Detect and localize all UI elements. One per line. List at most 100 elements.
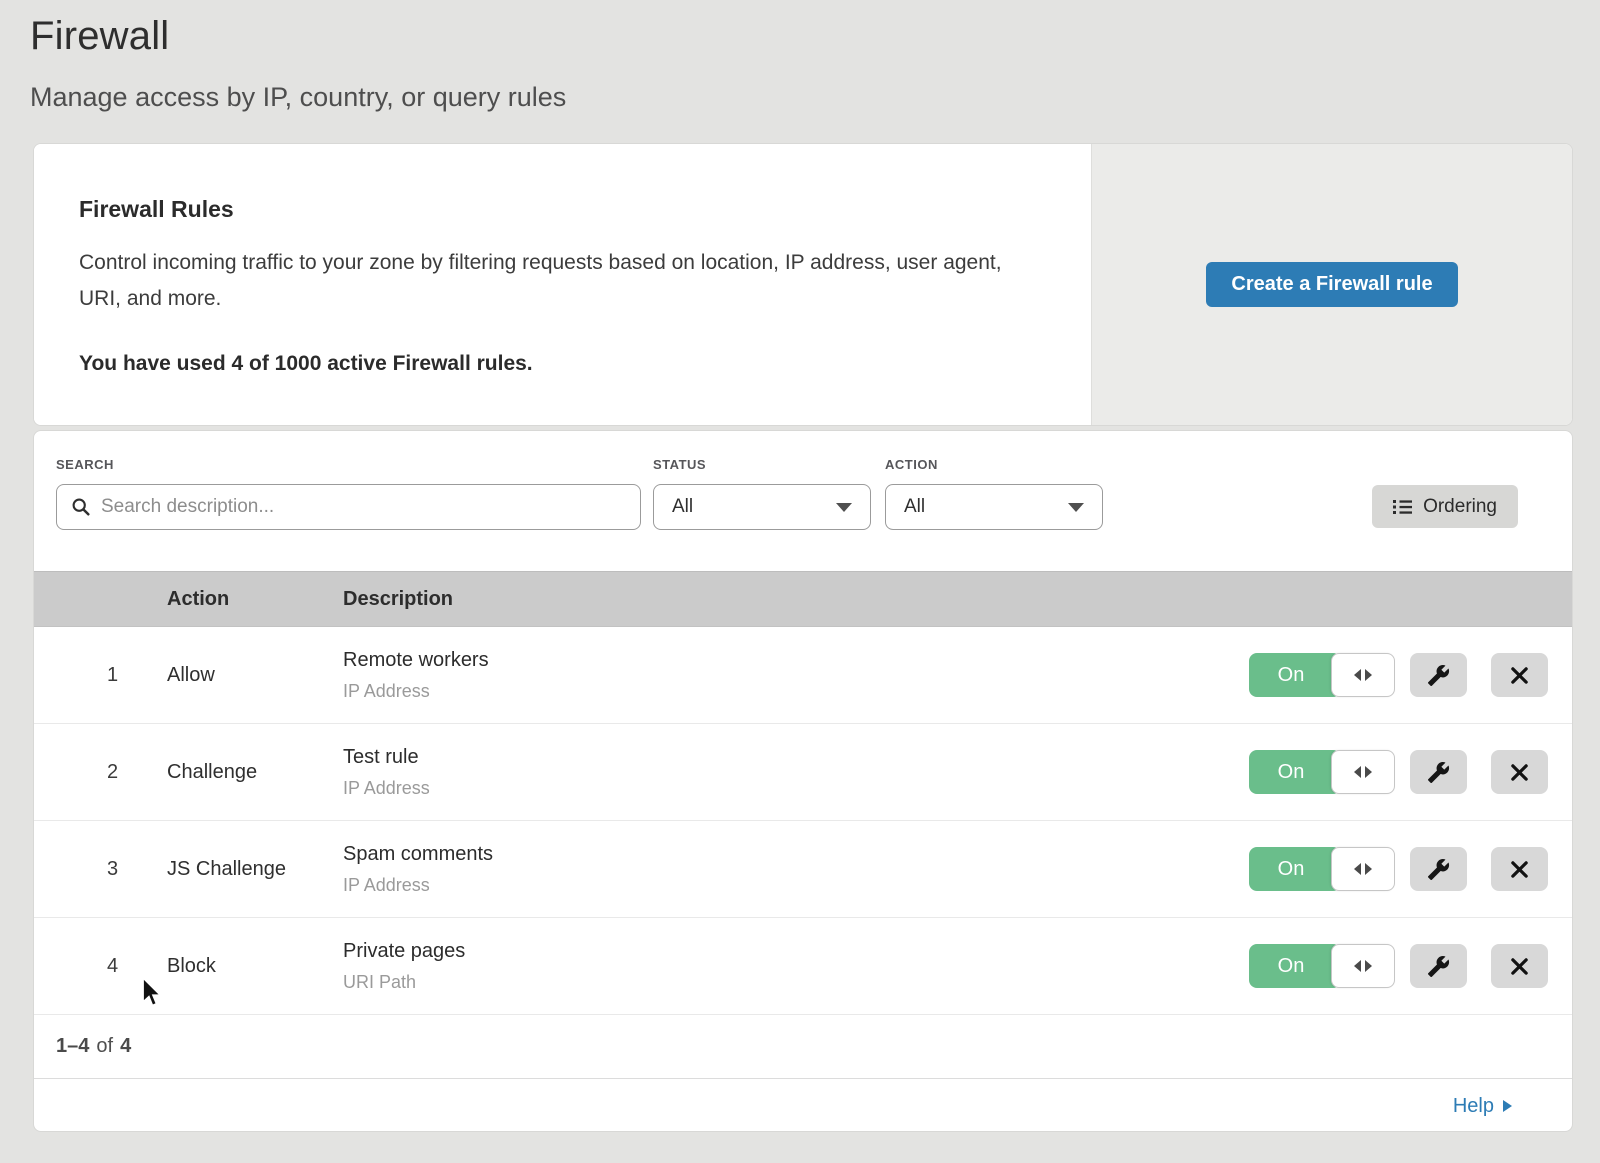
toggle-on-label[interactable]: On <box>1249 750 1341 794</box>
rule-description: Spam comments <box>343 843 1249 866</box>
pagination-total: 4 <box>120 1035 131 1058</box>
wrench-icon <box>1427 664 1450 687</box>
rule-description-cell: Private pages URI Path <box>343 940 1249 993</box>
status-field: STATUS All <box>653 457 871 530</box>
firewall-rules-list-card: SEARCH STATUS All ACTION All <box>33 430 1573 1132</box>
description-column-header: Description <box>343 588 1548 611</box>
delete-rule-button[interactable] <box>1491 750 1548 794</box>
rule-enabled-toggle[interactable]: On <box>1249 750 1395 794</box>
page-title: Firewall <box>30 12 1570 60</box>
rule-match-field: IP Address <box>343 778 1249 799</box>
rule-priority: 2 <box>56 761 167 784</box>
status-label: STATUS <box>653 457 871 472</box>
rules-table-body: 1 Allow Remote workers IP Address On <box>34 627 1572 1015</box>
toggle-on-label[interactable]: On <box>1249 847 1341 891</box>
search-label: SEARCH <box>56 457 641 472</box>
toggle-arrow-left-icon <box>1354 766 1361 778</box>
help-arrow-icon <box>1503 1100 1512 1112</box>
delete-rule-button[interactable] <box>1491 944 1548 988</box>
help-row: Help <box>34 1079 1572 1132</box>
pagination: 1–4 of 4 <box>34 1015 1572 1079</box>
rule-match-field: IP Address <box>343 681 1249 702</box>
page-header: Firewall Manage access by IP, country, o… <box>0 0 1600 143</box>
toggle-arrow-right-icon <box>1365 766 1372 778</box>
table-row: 4 Block Private pages URI Path On <box>34 918 1572 1015</box>
firewall-rules-overview-card: Firewall Rules Control incoming traffic … <box>33 143 1573 426</box>
help-link-label: Help <box>1453 1095 1494 1118</box>
search-icon <box>71 497 91 517</box>
status-select[interactable]: All <box>653 484 871 530</box>
caret-down-icon <box>1068 503 1084 512</box>
toggle-handle[interactable] <box>1331 653 1395 697</box>
rule-description: Test rule <box>343 746 1249 769</box>
toggle-handle[interactable] <box>1331 944 1395 988</box>
ordering-button-label: Ordering <box>1423 496 1497 518</box>
rule-description: Remote workers <box>343 649 1249 672</box>
search-input[interactable] <box>101 496 626 518</box>
delete-rule-button[interactable] <box>1491 847 1548 891</box>
table-header: Action Description <box>34 571 1572 627</box>
edit-rule-button[interactable] <box>1410 653 1467 697</box>
wrench-icon <box>1427 761 1450 784</box>
create-firewall-rule-button[interactable]: Create a Firewall rule <box>1206 262 1457 307</box>
action-column-header: Action <box>167 588 343 611</box>
toggle-on-label[interactable]: On <box>1249 653 1341 697</box>
rule-enabled-toggle[interactable]: On <box>1249 944 1395 988</box>
action-label: ACTION <box>885 457 1103 472</box>
overview-description: Control incoming traffic to your zone by… <box>79 245 1021 317</box>
rule-description-cell: Test rule IP Address <box>343 746 1249 799</box>
rule-description: Private pages <box>343 940 1249 963</box>
toggle-arrow-left-icon <box>1354 960 1361 972</box>
toggle-arrow-left-icon <box>1354 669 1361 681</box>
edit-rule-button[interactable] <box>1410 847 1467 891</box>
overview-usage-note: You have used 4 of 1000 active Firewall … <box>79 352 1021 376</box>
rule-match-field: IP Address <box>343 875 1249 896</box>
overview-heading: Firewall Rules <box>79 196 1021 223</box>
table-row: 3 JS Challenge Spam comments IP Address … <box>34 821 1572 918</box>
rule-match-field: URI Path <box>343 972 1249 993</box>
help-link[interactable]: Help <box>1453 1095 1512 1118</box>
rule-action: JS Challenge <box>167 858 343 881</box>
table-row: 2 Challenge Test rule IP Address On <box>34 724 1572 821</box>
toggle-on-label[interactable]: On <box>1249 944 1341 988</box>
rule-description-cell: Spam comments IP Address <box>343 843 1249 896</box>
rule-enabled-toggle[interactable]: On <box>1249 847 1395 891</box>
action-select-value: All <box>904 496 925 518</box>
search-box <box>56 484 641 530</box>
overview-pane: Firewall Rules Control incoming traffic … <box>34 144 1091 425</box>
x-icon <box>1510 666 1529 685</box>
rule-action: Block <box>167 955 343 978</box>
toggle-handle[interactable] <box>1331 750 1395 794</box>
toggle-handle[interactable] <box>1331 847 1395 891</box>
rule-controls: On <box>1249 944 1548 988</box>
toggle-arrow-right-icon <box>1365 960 1372 972</box>
edit-rule-button[interactable] <box>1410 944 1467 988</box>
rule-priority: 3 <box>56 858 167 881</box>
rule-controls: On <box>1249 750 1548 794</box>
rule-description-cell: Remote workers IP Address <box>343 649 1249 702</box>
caret-down-icon <box>836 503 852 512</box>
wrench-icon <box>1427 858 1450 881</box>
delete-rule-button[interactable] <box>1491 653 1548 697</box>
x-icon <box>1510 860 1529 879</box>
toggle-arrow-right-icon <box>1365 669 1372 681</box>
wrench-icon <box>1427 955 1450 978</box>
action-field: ACTION All <box>885 457 1103 530</box>
rule-controls: On <box>1249 847 1548 891</box>
filters-bar: SEARCH STATUS All ACTION All <box>34 431 1572 571</box>
x-icon <box>1510 957 1529 976</box>
rule-enabled-toggle[interactable]: On <box>1249 653 1395 697</box>
status-select-value: All <box>672 496 693 518</box>
edit-rule-button[interactable] <box>1410 750 1467 794</box>
ordering-button[interactable]: Ordering <box>1372 485 1518 528</box>
page-subtitle: Manage access by IP, country, or query r… <box>30 82 1570 112</box>
toggle-arrow-left-icon <box>1354 863 1361 875</box>
create-rule-pane: Create a Firewall rule <box>1091 144 1572 425</box>
action-select[interactable]: All <box>885 484 1103 530</box>
table-row: 1 Allow Remote workers IP Address On <box>34 627 1572 724</box>
rule-priority: 1 <box>56 664 167 687</box>
x-icon <box>1510 763 1529 782</box>
firewall-page: { "page": { "title": "Firewall", "subtit… <box>0 0 1600 1163</box>
rule-action: Allow <box>167 664 343 687</box>
ordered-list-icon <box>1393 499 1412 515</box>
